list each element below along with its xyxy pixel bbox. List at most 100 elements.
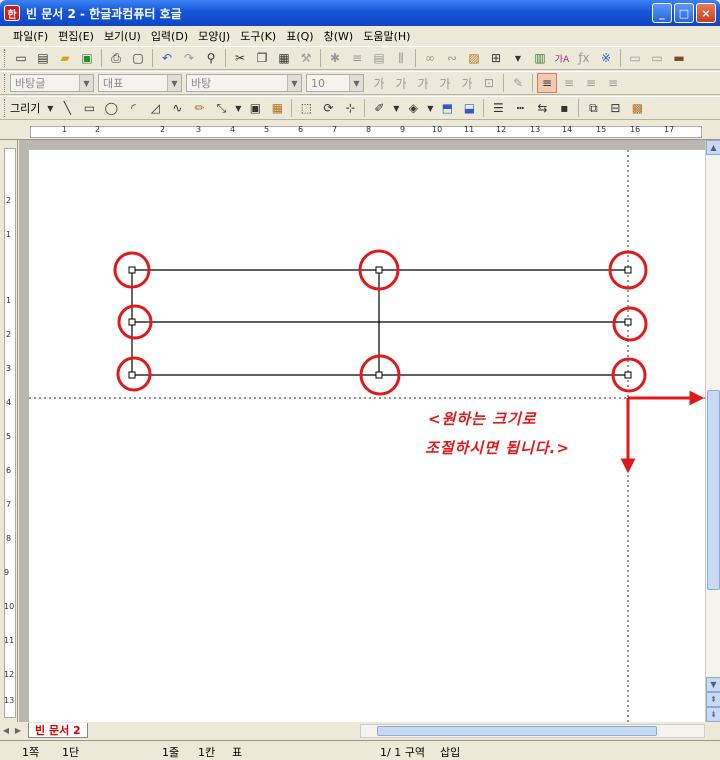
- new-document-icon[interactable]: ▭: [11, 48, 31, 68]
- chevron-down-icon[interactable]: ▼: [349, 75, 363, 91]
- bring-forward-icon[interactable]: ⬒: [437, 98, 457, 118]
- vertical-scrollbar[interactable]: ▲ ▼ ⇞ ⇟: [705, 140, 720, 722]
- italic-icon[interactable]: 가: [391, 73, 411, 93]
- scroll-thumb[interactable]: [377, 726, 657, 736]
- hwp-app-icon[interactable]: 한: [4, 5, 20, 21]
- para-shape-icon[interactable]: ≡: [347, 48, 367, 68]
- line-weight-icon[interactable]: ☰: [488, 98, 508, 118]
- style-icon[interactable]: ▤: [369, 48, 389, 68]
- distribute-icon[interactable]: ▩: [627, 98, 647, 118]
- style-combo[interactable]: 바탕글 ▼: [10, 74, 94, 92]
- vertical-ruler[interactable]: 2 1 1 2 3 4 5 6 7 8 9 10 11 12 13: [0, 140, 18, 722]
- print-preview-icon[interactable]: ▢: [128, 48, 148, 68]
- underline-icon[interactable]: 가: [413, 73, 433, 93]
- find-icon[interactable]: ⚲: [201, 48, 221, 68]
- prev-page-icon[interactable]: ⇞: [706, 692, 720, 707]
- align-center-icon[interactable]: ≡: [581, 73, 601, 93]
- memo-icon[interactable]: ▭: [625, 48, 645, 68]
- print-icon[interactable]: ⎙: [106, 48, 126, 68]
- send-backward-icon[interactable]: ⬓: [459, 98, 479, 118]
- scroll-down-icon[interactable]: ▼: [706, 677, 720, 692]
- chart-icon[interactable]: ▥: [530, 48, 550, 68]
- menu-table[interactable]: 표(Q): [281, 28, 318, 44]
- tab-prev-icon[interactable]: ◀: [0, 724, 12, 736]
- textart-icon[interactable]: ▦: [267, 98, 287, 118]
- align-right-icon[interactable]: ≡: [603, 73, 623, 93]
- select-object-icon[interactable]: ⬚: [296, 98, 316, 118]
- cut-icon[interactable]: ✂: [230, 48, 250, 68]
- chevron-down-icon[interactable]: ▼: [287, 75, 301, 91]
- hanja-icon[interactable]: 가A: [552, 48, 572, 68]
- font-lang-combo[interactable]: 대표 ▼: [98, 74, 182, 92]
- format-painter-icon[interactable]: ⚒: [296, 48, 316, 68]
- new-template-icon[interactable]: ▤: [33, 48, 53, 68]
- curve-icon[interactable]: ∿: [167, 98, 187, 118]
- arrow-style-icon[interactable]: ⇆: [532, 98, 552, 118]
- menu-insert[interactable]: 입력(D): [146, 28, 193, 44]
- open-folder-icon[interactable]: ▰: [55, 48, 75, 68]
- shadow-icon[interactable]: ▪: [554, 98, 574, 118]
- rotate-icon[interactable]: ⟳: [318, 98, 338, 118]
- maximize-button[interactable]: □: [674, 3, 694, 23]
- tab-document[interactable]: 빈 문서 2: [28, 722, 88, 738]
- pencil-icon[interactable]: ✏: [189, 98, 209, 118]
- next-page-icon[interactable]: ⇟: [706, 707, 720, 722]
- menu-tools[interactable]: 도구(K): [235, 28, 281, 44]
- copy-icon[interactable]: ❐: [252, 48, 272, 68]
- draw-menu-label[interactable]: 그리기: [10, 100, 40, 116]
- menu-help[interactable]: 도움말(H): [358, 28, 415, 44]
- line-icon[interactable]: ╲: [57, 98, 77, 118]
- scroll-up-icon[interactable]: ▲: [706, 140, 720, 155]
- horizontal-scrollbar[interactable]: [360, 724, 705, 738]
- redo-icon[interactable]: ↷: [179, 48, 199, 68]
- connector-dropdown-icon[interactable]: ▼: [233, 98, 243, 118]
- menu-view[interactable]: 보기(U): [99, 28, 146, 44]
- picture-icon[interactable]: ▨: [464, 48, 484, 68]
- bookmark-icon[interactable]: ∾: [442, 48, 462, 68]
- bold-icon[interactable]: 가: [369, 73, 389, 93]
- draw-dropdown-icon[interactable]: ▼: [45, 98, 55, 118]
- highlight-icon[interactable]: ✎: [508, 73, 528, 93]
- symbol-icon[interactable]: ※: [596, 48, 616, 68]
- column-icon[interactable]: ⫼: [391, 48, 411, 68]
- ellipse-icon[interactable]: ◯: [101, 98, 121, 118]
- document-page[interactable]: <원하는 크기로 조절하시면 됩니다.>: [29, 150, 705, 722]
- line-style-icon[interactable]: ┅: [510, 98, 530, 118]
- table-dropdown-icon[interactable]: ▼: [508, 48, 528, 68]
- minimize-button[interactable]: _: [652, 3, 672, 23]
- save-icon[interactable]: ▣: [77, 48, 97, 68]
- undo-icon[interactable]: ↶: [157, 48, 177, 68]
- align-left-icon[interactable]: ≡: [559, 73, 579, 93]
- toolbar-grip[interactable]: [4, 49, 7, 67]
- chevron-down-icon[interactable]: ▼: [167, 75, 181, 91]
- close-button[interactable]: ×: [696, 3, 716, 23]
- toolbar-grip[interactable]: [4, 74, 7, 92]
- font-combo[interactable]: 바탕 ▼: [186, 74, 302, 92]
- arc-icon[interactable]: ◜: [123, 98, 143, 118]
- line-color-icon[interactable]: ✐: [369, 98, 389, 118]
- document-area[interactable]: <원하는 크기로 조절하시면 됩니다.>: [19, 140, 705, 722]
- font-size-combo[interactable]: 10 ▼: [306, 74, 364, 92]
- align-objects-icon[interactable]: ⊟: [605, 98, 625, 118]
- textbox-icon[interactable]: ▣: [245, 98, 265, 118]
- menu-edit[interactable]: 편집(E): [53, 28, 99, 44]
- hide-icon[interactable]: ▭: [647, 48, 667, 68]
- doc-info-icon[interactable]: ▬: [669, 48, 689, 68]
- menu-file[interactable]: 파일(F): [8, 28, 53, 44]
- table-icon[interactable]: ⊞: [486, 48, 506, 68]
- hyperlink-icon[interactable]: ∞: [420, 48, 440, 68]
- horizontal-ruler[interactable]: 1 2 2 3 4 5 6 7 8 9 10 11 12 13 14 15 16…: [0, 122, 720, 140]
- fill-color-dropdown-icon[interactable]: ▼: [425, 98, 435, 118]
- char-shape-icon[interactable]: ✱: [325, 48, 345, 68]
- connector-icon[interactable]: ⤡: [211, 98, 231, 118]
- tab-next-icon[interactable]: ▶: [12, 724, 24, 736]
- superscript-icon[interactable]: 가: [435, 73, 455, 93]
- polygon-icon[interactable]: ◿: [145, 98, 165, 118]
- group-icon[interactable]: ⧉: [583, 98, 603, 118]
- fill-color-icon[interactable]: ◈: [403, 98, 423, 118]
- edit-points-icon[interactable]: ⊹: [340, 98, 360, 118]
- menu-format[interactable]: 모양(J): [193, 28, 235, 44]
- char-border-icon[interactable]: ⊡: [479, 73, 499, 93]
- text-color-icon[interactable]: 가: [457, 73, 477, 93]
- toolbar-grip[interactable]: [4, 99, 7, 117]
